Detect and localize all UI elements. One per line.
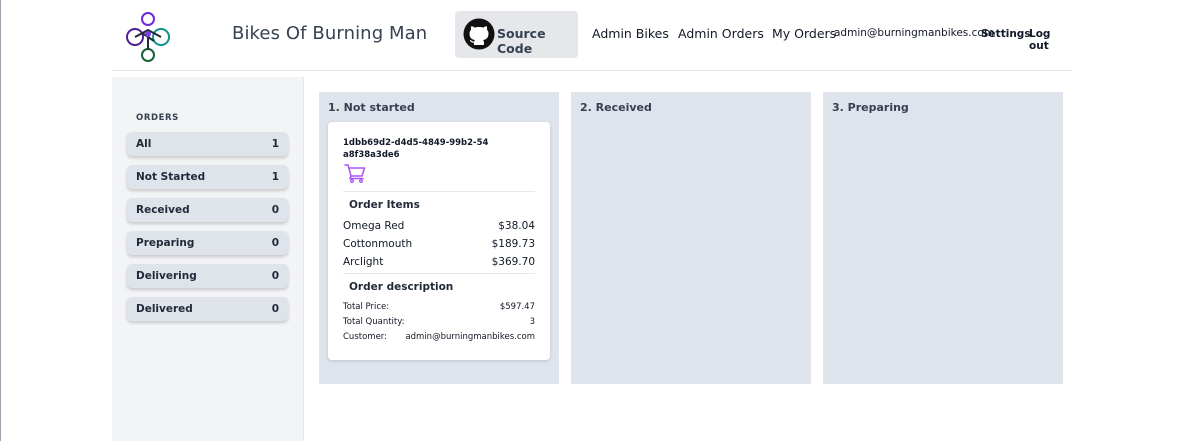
sidebar-item-label: Received: [136, 204, 190, 216]
divider: [343, 191, 535, 192]
column-title: 1. Not started: [328, 101, 415, 114]
total-price-label: Total Price:: [343, 302, 390, 312]
source-code-button[interactable]: Source Code: [455, 11, 578, 58]
order-item-name: Omega Red: [343, 220, 405, 232]
nav-admin-bikes[interactable]: Admin Bikes: [592, 26, 669, 41]
top-nav: Bikes Of Burning Man Source Code Admin B…: [112, 0, 1072, 71]
sidebar-item-delivered[interactable]: Delivered 0: [127, 297, 288, 321]
sidebar-item-label: Not Started: [136, 171, 206, 183]
brand-title[interactable]: Bikes Of Burning Man: [232, 23, 427, 44]
sidebar-item-delivering[interactable]: Delivering 0: [127, 264, 288, 288]
order-id: 1dbb69d2-d4d5-4849-99b2-54a8f38a3de6: [343, 138, 489, 160]
total-quantity-value: 3: [529, 317, 535, 327]
column-received: 2. Received: [571, 92, 811, 384]
column-preparing: 3. Preparing: [823, 92, 1063, 384]
sidebar-item-label: Delivering: [136, 270, 197, 282]
order-item-price: $369.70: [491, 256, 535, 268]
order-items-heading: Order Items: [349, 199, 420, 211]
order-item-price: $38.04: [498, 220, 535, 232]
sidebar-item-count: 1: [271, 171, 279, 183]
sidebar-item-label: Preparing: [136, 237, 195, 249]
user-email: admin@burningmanbikes.com: [834, 27, 995, 39]
order-description-heading: Order description: [349, 281, 454, 293]
window-edge: [0, 0, 1, 441]
sidebar-item-not-started[interactable]: Not Started 1: [127, 165, 288, 189]
sidebar-title: ORDERS: [136, 113, 179, 123]
customer-label: Customer:: [343, 332, 388, 342]
sidebar-item-count: 0: [271, 270, 279, 282]
sidebar-item-count: 0: [271, 237, 279, 249]
divider: [343, 273, 535, 274]
order-card[interactable]: 1dbb69d2-d4d5-4849-99b2-54a8f38a3de6 Ord…: [328, 122, 550, 360]
sidebar-item-count: 1: [271, 138, 279, 150]
nav-my-orders[interactable]: My Orders: [772, 26, 836, 41]
github-icon: [463, 18, 495, 50]
total-price-value: $597.47: [499, 302, 535, 312]
sidebar-item-label: All: [136, 138, 152, 150]
sidebar-item-all[interactable]: All 1: [127, 132, 288, 156]
sidebar-item-count: 0: [271, 204, 279, 216]
order-item-name: Arclight: [343, 256, 384, 268]
orders-sidebar: ORDERS All 1 Not Started 1 Received 0 Pr…: [112, 77, 304, 441]
source-code-label: Source Code: [497, 26, 546, 56]
customer-value: admin@burningmanbikes.com: [405, 332, 535, 342]
order-item-name: Cottonmouth: [343, 238, 413, 250]
sidebar-item-preparing[interactable]: Preparing 0: [127, 231, 288, 255]
column-title: 2. Received: [580, 101, 652, 114]
sidebar-item-label: Delivered: [136, 303, 193, 315]
sidebar-item-count: 0: [271, 303, 279, 315]
sidebar-item-received[interactable]: Received 0: [127, 198, 288, 222]
total-quantity-label: Total Quantity:: [343, 317, 405, 327]
cart-icon: [344, 164, 366, 183]
nav-admin-orders[interactable]: Admin Orders: [678, 26, 764, 41]
nav-logout[interactable]: Log out: [1029, 28, 1072, 52]
column-not-started: 1. Not started 1dbb69d2-d4d5-4849-99b2-5…: [319, 92, 559, 384]
order-item-price: $189.73: [491, 238, 535, 250]
bike-logo-icon[interactable]: [120, 10, 176, 64]
nav-settings[interactable]: Settings: [981, 28, 1031, 40]
column-title: 3. Preparing: [832, 101, 909, 114]
